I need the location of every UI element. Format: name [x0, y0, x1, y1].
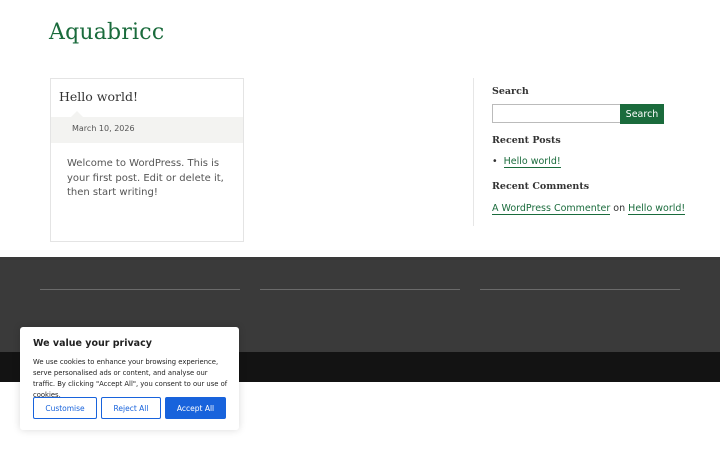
footer-divider	[480, 289, 680, 290]
comment-author-link[interactable]: A WordPress Commenter	[492, 203, 611, 215]
recent-comments-heading: Recent Comments	[492, 181, 590, 192]
comment-post-link[interactable]: Hello world!	[628, 203, 686, 215]
cookie-consent-banner: We value your privacy We use cookies to …	[20, 327, 239, 430]
post-meta: March 10, 2026	[51, 111, 243, 143]
recent-post-link[interactable]: Hello world!	[503, 156, 561, 168]
recent-comment: A WordPress Commenter on Hello world!	[492, 203, 686, 215]
post-card: Hello world! March 10, 2026 Welcome to W…	[50, 78, 244, 242]
cookie-text: We use cookies to enhance your browsing …	[33, 358, 228, 399]
site-title[interactable]: Aquabricc	[49, 20, 164, 45]
customise-button[interactable]: Customise	[33, 397, 97, 419]
cookie-title: We value your privacy	[33, 338, 152, 349]
reject-all-button[interactable]: Reject All	[101, 397, 161, 419]
search-input[interactable]	[492, 104, 622, 123]
footer-divider	[260, 289, 460, 290]
post-excerpt: Welcome to WordPress. This is your first…	[67, 158, 224, 198]
recent-posts-heading: Recent Posts	[492, 135, 561, 146]
search-heading: Search	[492, 86, 529, 97]
sidebar-divider	[473, 78, 474, 226]
post-title[interactable]: Hello world!	[59, 89, 138, 104]
list-item: • Hello world!	[492, 156, 561, 168]
footer-divider	[40, 289, 240, 290]
bullet-icon: •	[492, 156, 498, 167]
search-button[interactable]: Search	[620, 104, 664, 124]
post-date[interactable]: March 10, 2026	[72, 124, 135, 133]
recent-posts-list: • Hello world!	[492, 156, 561, 168]
comment-connector: on	[613, 203, 626, 214]
accept-all-button[interactable]: Accept All	[165, 397, 226, 419]
